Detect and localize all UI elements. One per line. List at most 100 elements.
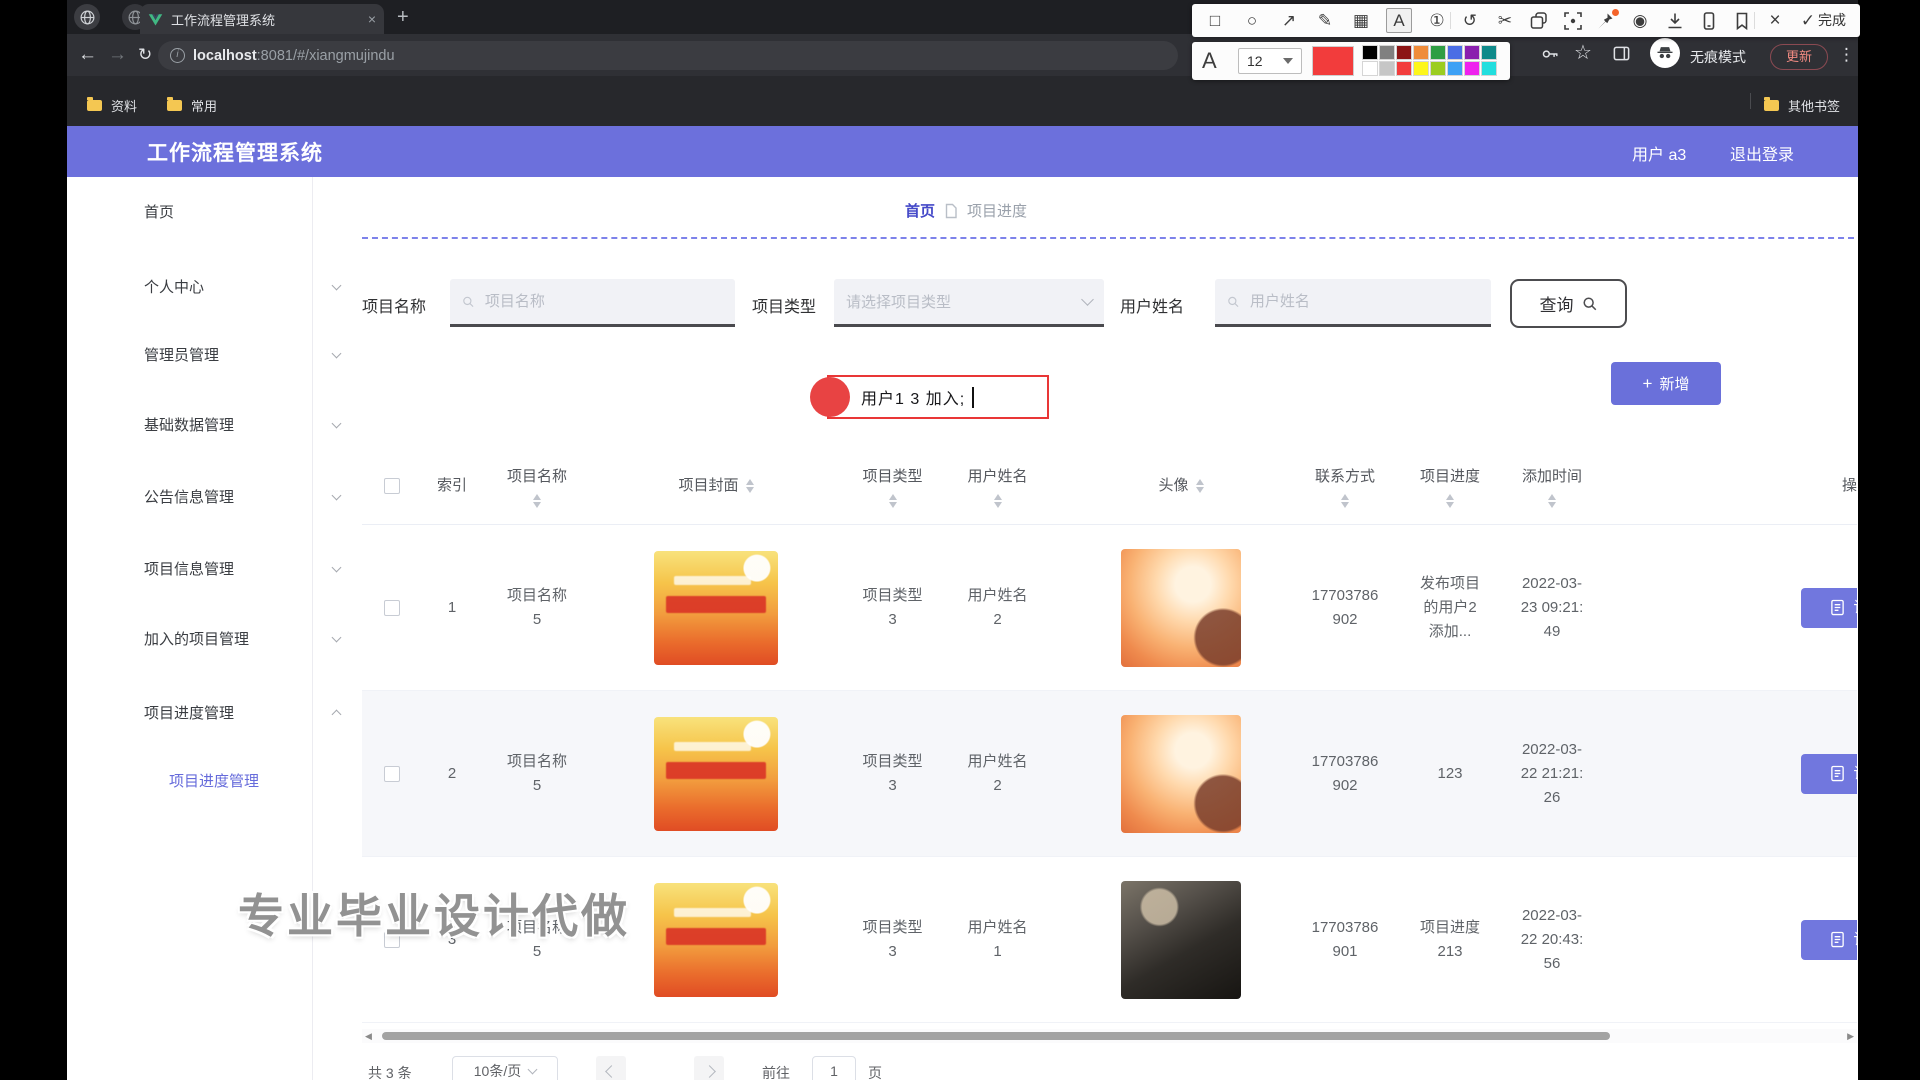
side-panel-icon[interactable] [1612,44,1631,63]
update-button[interactable]: 更新 [1770,44,1828,70]
sidebar-item-joined-projects[interactable]: 加入的项目管理 [67,626,313,650]
browser-profile-icon[interactable] [74,4,100,30]
sort-asc-icon[interactable] [1548,494,1556,500]
color-swatch[interactable] [1362,61,1378,76]
color-swatch[interactable] [1464,61,1480,76]
back-icon[interactable]: ← [78,34,97,76]
color-swatch[interactable] [1447,45,1463,60]
color-swatch[interactable] [1430,61,1446,76]
sort-asc-icon[interactable] [746,479,754,485]
detail-button[interactable]: 详情 [1801,588,1857,628]
download-icon[interactable] [1665,11,1685,31]
row-checkbox[interactable] [384,766,400,782]
mosaic-tool-icon[interactable]: ▦ [1349,4,1373,37]
sidebar-subitem-project-progress-active[interactable]: 项目进度管理 [169,770,259,791]
page-size-select[interactable]: 10条/页 [452,1056,558,1080]
bookmark-star-icon[interactable]: ☆ [1574,40,1592,65]
color-swatch[interactable] [1447,61,1463,76]
tab-close-icon[interactable]: × [368,11,376,27]
sort-asc-icon[interactable] [889,494,897,500]
pen-tool-icon[interactable]: ✎ [1313,4,1337,37]
ellipse-tool-icon[interactable]: ○ [1240,4,1264,37]
color-swatch[interactable] [1430,45,1446,60]
color-swatch[interactable] [1362,45,1378,60]
sort-header[interactable]: 用户姓名 [945,465,1050,508]
new-tab-button[interactable]: + [397,2,409,32]
search-button[interactable]: 查询 [1510,279,1627,328]
color-swatch[interactable] [1481,61,1497,76]
scroll-left-arrow[interactable]: ◀ [365,1030,372,1042]
breadcrumb-home[interactable]: 首页 [905,200,935,221]
sort-header[interactable]: 联系方式 [1282,465,1408,508]
arrow-tool-icon[interactable]: ↗ [1277,4,1301,37]
scroll-right-arrow[interactable]: ▶ [1847,1030,1854,1042]
next-page-button[interactable] [694,1056,724,1080]
sidebar-item-admin-management[interactable]: 管理员管理 [67,342,313,366]
sticker-tool-icon[interactable] [1529,11,1549,31]
address-bar[interactable]: i localhost:8081/#/xiangmujindu [158,41,1178,70]
sort-desc-icon[interactable] [889,502,897,508]
sort-desc-icon[interactable] [746,487,754,493]
forward-icon[interactable]: → [108,34,127,76]
browser-tab[interactable]: 工作流程管理系统 × [140,4,384,34]
cut-tool-icon[interactable]: ✂ [1493,4,1517,37]
page-info-icon[interactable]: i [170,48,185,63]
bookmark-folder[interactable]: 资料 [87,96,137,115]
sort-asc-icon[interactable] [994,494,1002,500]
record-tool-icon[interactable]: ◉ [1628,4,1652,37]
annotation-handle-dot[interactable] [810,377,850,417]
prev-page-button[interactable] [596,1056,626,1080]
sort-asc-icon[interactable] [1446,494,1454,500]
logout-link[interactable]: 退出登录 [1730,141,1794,165]
color-swatch[interactable] [1396,61,1412,76]
color-swatch[interactable] [1379,45,1395,60]
sidebar-item-basic-data[interactable]: 基础数据管理 [67,412,313,436]
cancel-icon[interactable]: × [1763,4,1787,37]
sort-header[interactable]: 头像 [1080,474,1282,498]
sort-desc-icon[interactable] [994,502,1002,508]
number-tool-icon[interactable]: ① [1425,4,1449,37]
sort-header[interactable]: 项目封面 [592,474,840,498]
color-swatch[interactable] [1413,45,1429,60]
sort-desc-icon[interactable] [533,502,541,508]
color-swatch[interactable] [1379,61,1395,76]
ocr-scan-tool-icon[interactable] [1563,11,1583,31]
sort-desc-icon[interactable] [1341,502,1349,508]
browser-menu-icon[interactable]: ⋮ [1838,45,1855,65]
color-swatch[interactable] [1481,45,1497,60]
project-name-input[interactable] [483,292,723,311]
annotation-text-box[interactable]: 用户1 3 加入; [827,375,1049,419]
sort-asc-icon[interactable] [533,494,541,500]
undo-icon[interactable]: ↺ [1458,4,1482,37]
reload-icon[interactable]: ↻ [138,34,152,76]
current-color-swatch[interactable] [1312,46,1354,76]
sort-desc-icon[interactable] [1446,502,1454,508]
select-all-checkbox[interactable] [384,478,400,494]
project-type-select[interactable]: 请选择项目类型 [834,279,1104,327]
done-button[interactable]: 完成 [1818,4,1846,37]
bookmark-folder[interactable]: 常用 [167,96,217,115]
row-checkbox[interactable] [384,600,400,616]
incognito-avatar[interactable] [1650,38,1680,68]
confirm-check-icon[interactable]: ✓ [1796,4,1820,37]
detail-button[interactable]: 详情 [1801,754,1857,794]
phone-tool-icon[interactable] [1699,11,1719,31]
color-swatch[interactable] [1413,61,1429,76]
color-swatch[interactable] [1464,45,1480,60]
sort-asc-icon[interactable] [1196,479,1204,485]
goto-page-input[interactable] [819,1062,849,1080]
sort-desc-icon[interactable] [1548,502,1556,508]
scrollbar-thumb[interactable] [382,1032,1610,1040]
sidebar-item-personal-center[interactable]: 个人中心 [67,274,313,298]
sidebar-item-announcement[interactable]: 公告信息管理 [67,484,313,508]
sort-header[interactable]: 项目进度 [1408,465,1492,508]
sidebar-item-home[interactable]: 首页 [67,199,313,223]
add-button[interactable]: + 新增 [1611,362,1721,405]
detail-button[interactable]: 详情 [1801,920,1857,960]
rectangle-tool-icon[interactable]: □ [1203,4,1227,37]
sidebar-item-project-info[interactable]: 项目信息管理 [67,556,313,580]
sort-asc-icon[interactable] [1341,494,1349,500]
sort-header[interactable]: 添加时间 [1492,465,1612,508]
user-name-input[interactable] [1248,292,1479,311]
bookmark-tool-icon[interactable] [1732,11,1752,31]
